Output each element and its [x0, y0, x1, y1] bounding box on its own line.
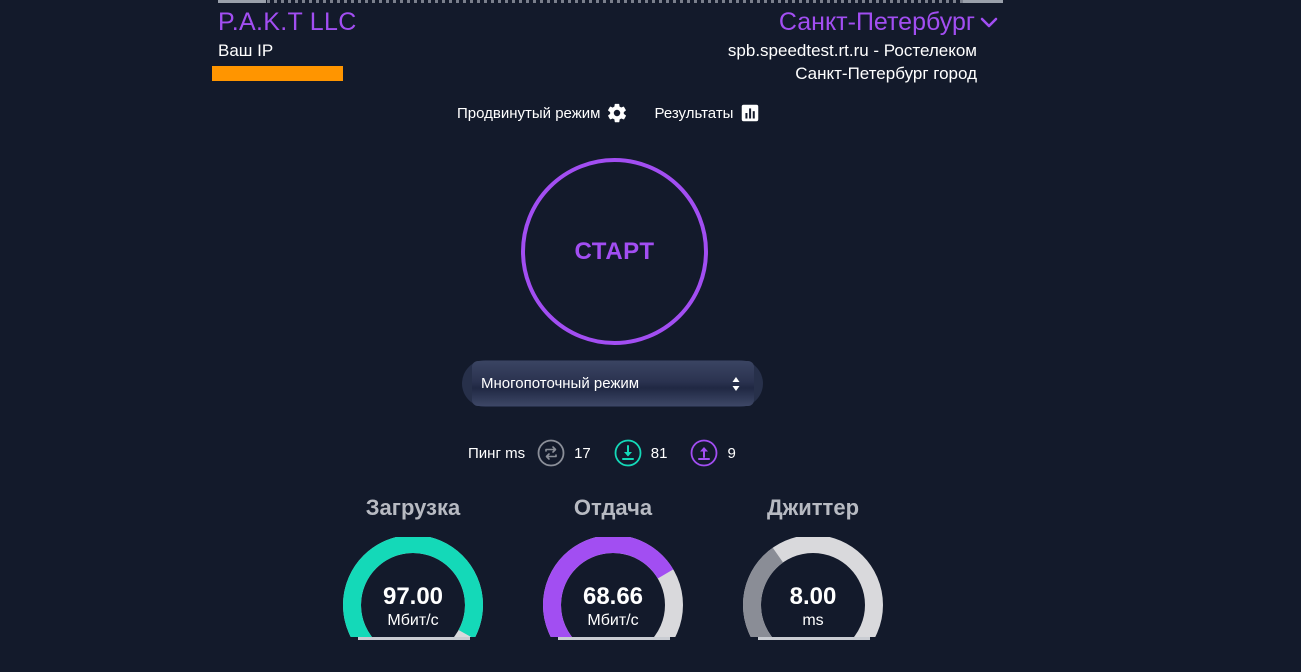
select-arrows-icon — [732, 377, 740, 391]
advanced-mode-button[interactable]: Продвинутый режим — [457, 102, 628, 124]
bar-chart-icon — [742, 104, 759, 122]
upload-gauge: Отдача 68.66 Мбит/с — [533, 495, 693, 640]
thread-mode-value: Многопоточный режим — [481, 375, 640, 392]
ping-upload: 9 — [690, 439, 758, 467]
gauge-underline — [558, 637, 670, 640]
gauge-value: 8.00 — [789, 583, 837, 610]
gauge-title: Джиттер — [766, 495, 860, 520]
gauge-underline — [358, 637, 470, 640]
ping-upload-value: 9 — [727, 444, 736, 462]
repeat-icon — [537, 439, 565, 467]
server-location: Санкт-Петербург город — [795, 64, 977, 83]
ping-label: Пинг ms — [468, 444, 526, 462]
city-selector[interactable]: Санкт-Петербург — [779, 8, 999, 37]
gear-icon — [608, 103, 627, 123]
start-button[interactable]: СТАРТ — [521, 158, 708, 345]
gauge-title: Загрузка — [365, 495, 461, 520]
upload-icon — [691, 439, 718, 467]
gauge-value: 97.00 — [382, 583, 444, 610]
top-divider — [218, 0, 1003, 3]
ping-idle-value: 17 — [574, 444, 591, 462]
jitter-gauge: Джиттер 8.00 ms — [733, 495, 893, 640]
results-label: Результаты — [654, 104, 734, 122]
start-label: СТАРТ — [574, 237, 655, 265]
gauge-underline — [758, 637, 870, 640]
gauge-unit: Мбит/с — [387, 612, 439, 629]
advanced-mode-label: Продвинутый режим — [457, 104, 601, 122]
provider-name: P.A.K.T LLC — [218, 8, 357, 36]
city-label: Санкт-Петербург — [778, 8, 975, 36]
ip-address-redacted — [212, 66, 343, 81]
toolbar: Продвинутый режим Результаты — [457, 102, 761, 124]
chevron-down-icon — [980, 17, 998, 27]
results-button[interactable]: Результаты — [654, 102, 761, 124]
mode-select-wrapper: Многопоточный режим — [462, 360, 763, 407]
gauge-title: Отдача — [573, 495, 653, 520]
gauge-unit: ms — [802, 612, 824, 629]
gauge-unit: Мбит/с — [587, 612, 639, 629]
download-gauge: Загрузка 97.00 Мбит/с — [333, 495, 493, 640]
server-host: spb.speedtest.rt.ru - Ростелеком — [727, 41, 977, 60]
thread-mode-select[interactable]: Многопоточный режим — [472, 361, 754, 406]
download-icon — [614, 439, 642, 467]
ping-download-value: 81 — [650, 444, 668, 462]
speedtest-page: P.A.K.T LLC Ваш IP Санкт-Петербург spb.s… — [0, 0, 1301, 672]
ip-label: Ваш IP — [218, 41, 274, 60]
gauge-value: 68.66 — [582, 583, 644, 610]
ping-row: Пинг ms 17 81 9 — [468, 438, 759, 468]
ping-idle: 17 — [537, 439, 614, 467]
ping-download: 81 — [614, 439, 691, 467]
